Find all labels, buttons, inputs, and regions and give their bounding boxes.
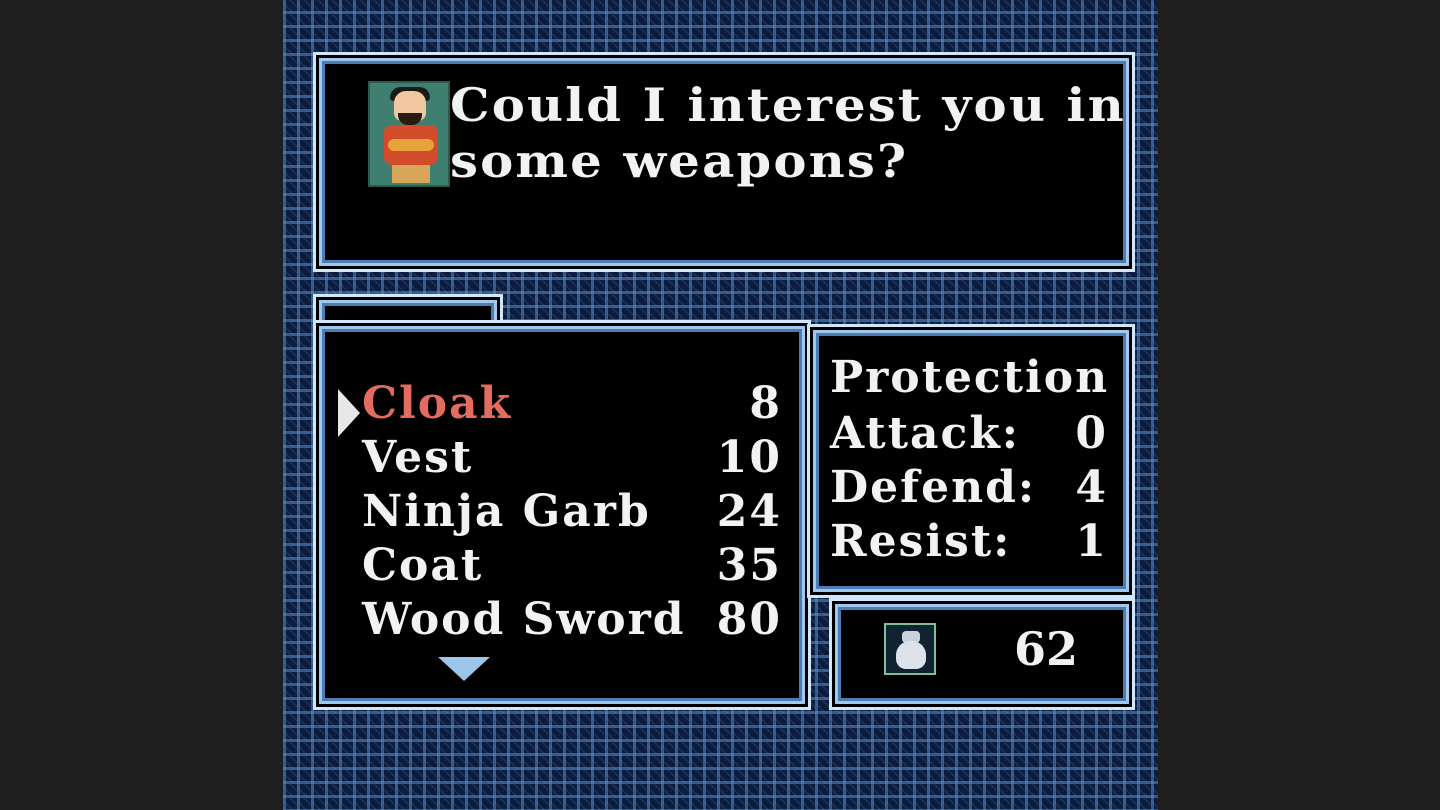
item-price: 8 [749, 378, 782, 429]
dialog-line-2: some weapons? [450, 134, 909, 188]
shop-item-cloak[interactable]: Cloak 8 [362, 377, 782, 431]
attack-label: Attack: [830, 408, 1021, 459]
item-name: Vest [362, 432, 474, 483]
shop-item-wood-sword[interactable]: Wood Sword 80 [362, 593, 782, 647]
item-name: Wood Sword [362, 594, 686, 645]
item-stats-panel: Protection Attack: 0 Defend: 4 Resist: 1 [813, 330, 1129, 592]
resist-value: 1 [1075, 516, 1108, 567]
stats-title-label: Protection [830, 352, 1110, 403]
item-price: 35 [716, 540, 782, 591]
game-screen: Could I interest you in some weapons? Cl… [283, 0, 1158, 810]
merchant-portrait [368, 81, 450, 187]
shop-item-coat[interactable]: Coat 35 [362, 539, 782, 593]
gold-panel: 62 [835, 604, 1129, 704]
selection-cursor-icon [338, 389, 360, 437]
scroll-down-arrow-icon[interactable] [438, 657, 490, 681]
portrait-beard [398, 113, 422, 125]
gold-amount: 62 [1013, 622, 1078, 676]
item-name: Coat [362, 540, 484, 591]
shop-item-list: Cloak 8 Vest 10 Ninja Garb 24 Coat 35 Wo… [319, 326, 805, 704]
portrait-arms [388, 139, 434, 151]
stat-defend: Defend: 4 [830, 461, 1108, 515]
shop-item-vest[interactable]: Vest 10 [362, 431, 782, 485]
stat-resist: Resist: 1 [830, 515, 1108, 569]
item-name: Ninja Garb [362, 486, 651, 537]
stat-attack: Attack: 0 [830, 407, 1108, 461]
stats-title: Protection [830, 351, 1108, 405]
shop-item-ninja-garb[interactable]: Ninja Garb 24 [362, 485, 782, 539]
item-price: 24 [716, 486, 782, 537]
defend-label: Defend: [830, 462, 1037, 513]
money-bag-body [896, 641, 926, 669]
dialog-line-1: Could I interest you in [450, 78, 1126, 132]
defend-value: 4 [1075, 462, 1108, 513]
dialog-box: Could I interest you in some weapons? [319, 58, 1129, 266]
resist-label: Resist: [830, 516, 1012, 567]
attack-value: 0 [1075, 408, 1108, 459]
item-name: Cloak [362, 378, 513, 429]
portrait-legs [392, 165, 430, 183]
money-bag-icon [884, 623, 936, 675]
item-price: 10 [716, 432, 782, 483]
item-price: 80 [716, 594, 782, 645]
